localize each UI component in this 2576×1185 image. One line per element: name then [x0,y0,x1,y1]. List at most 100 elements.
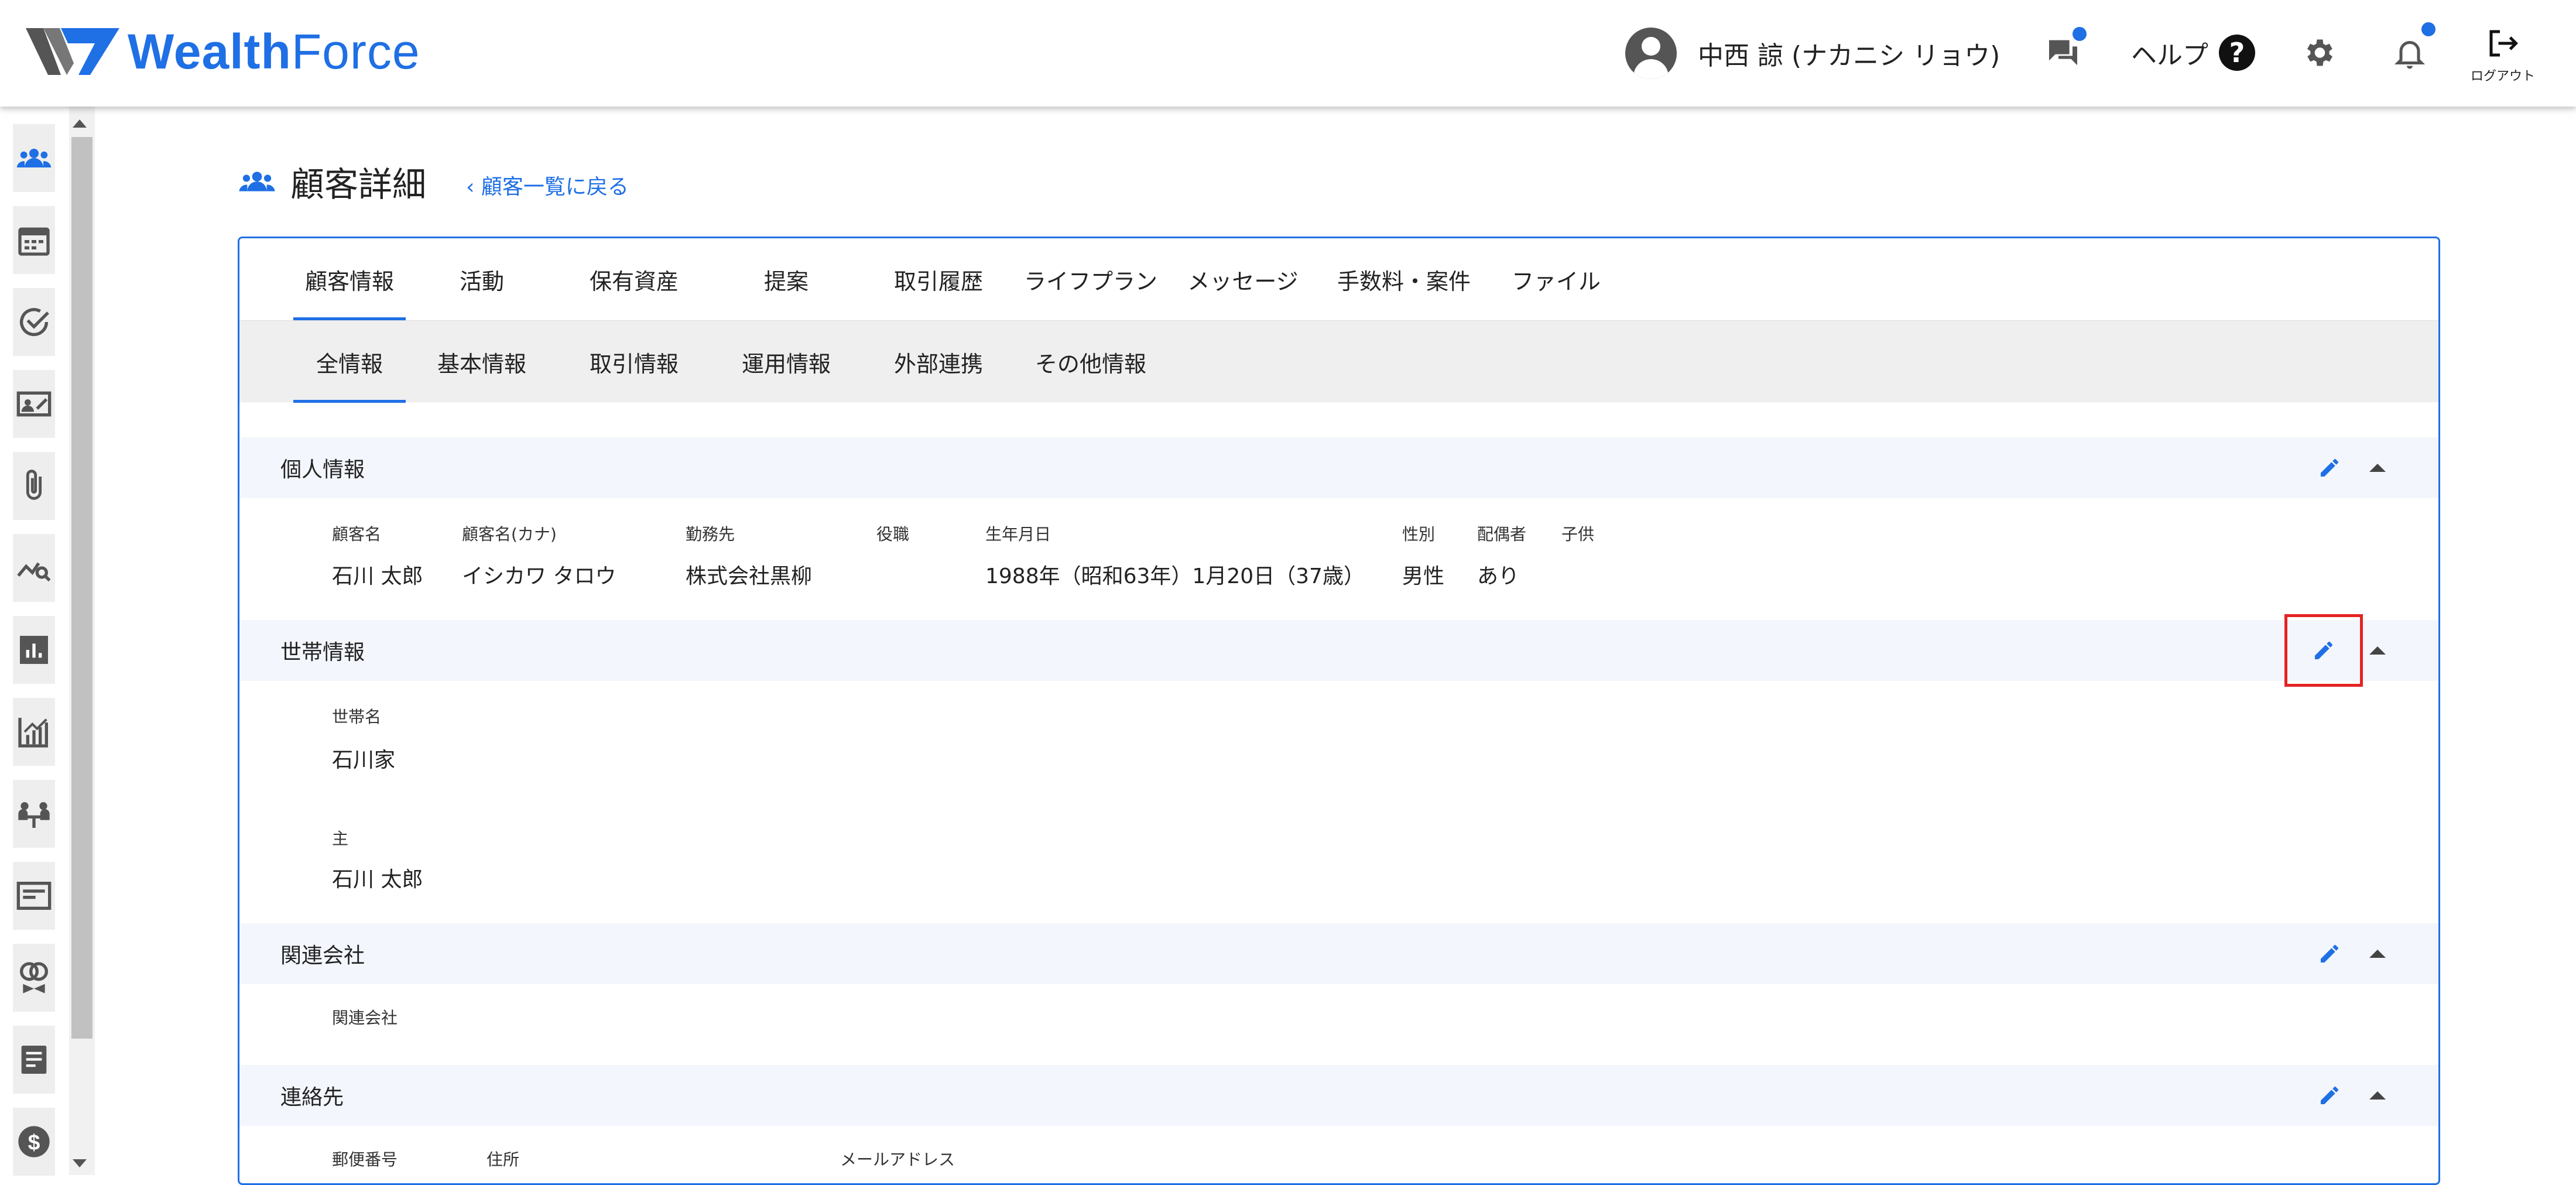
tab-holdings[interactable]: 保有資産 [558,238,710,320]
sidebar-item-growth[interactable] [13,698,55,766]
section-household-title: 世帯情報 [280,641,365,665]
label-children: 子供 [1561,525,1595,544]
scroll-up-arrow-icon[interactable] [73,119,87,128]
chevron-up-icon [2369,464,2386,472]
notifications-button[interactable] [2386,22,2435,76]
bell-icon [2394,41,2426,69]
sidebar-item-meetings[interactable] [13,780,55,848]
label-position: 役職 [876,525,910,544]
paperclip-icon [26,470,42,500]
help-icon: ? [2219,35,2255,71]
check-circle-icon [20,308,49,337]
sidebar-item-calendar[interactable] [13,206,55,274]
bar-chart-icon [20,636,48,664]
sidebar-item-reports[interactable] [13,616,55,684]
scroll-down-arrow-icon[interactable] [73,1159,87,1167]
sidebar-item-family[interactable] [13,944,55,1012]
gear-icon [2307,39,2332,66]
collapse-contact-button[interactable] [2360,1078,2395,1113]
label-customer-name: 顧客名 [332,525,382,544]
calendar-icon [18,227,50,256]
section-personal-title: 個人情報 [280,458,365,482]
sidebar-item-notes[interactable] [13,1026,55,1094]
chat-notification-dot [2073,27,2087,41]
section-related-header: 関連会社 [239,923,2438,984]
main-tabs: 顧客情報 活動 保有資産 提案 取引履歴 ライフプラン メッセージ 手数料・案件… [239,238,2438,320]
value-household-head: 石川 太郎 [332,868,423,892]
tab-customer-info[interactable]: 顧客情報 [293,238,406,320]
sidebar-item-contacts[interactable] [13,370,55,438]
label-address: 住所 [487,1150,520,1169]
tab-transactions[interactable]: 取引履歴 [862,238,1015,320]
user-name: 中西 諒 (ナカニシ リョウ) [1698,41,2000,71]
tab-fees-cases[interactable]: 手数料・案件 [1319,238,1489,320]
tab-proposals[interactable]: 提案 [710,238,862,320]
page-title-text: 顧客詳細 [290,165,427,204]
section-household-header: 世帯情報 [239,614,2438,687]
pencil-icon [2321,944,2338,963]
meeting-icon [18,802,50,828]
value-customer-name: 石川 太郎 [332,564,423,588]
tab-files[interactable]: ファイル [1489,238,1623,320]
svg-text:$: $ [28,1129,40,1154]
subtab-other[interactable]: その他情報 [1015,321,1167,403]
value-birthdate: 1988年（昭和63年）1月20日（37歳） [985,564,1365,588]
logout-icon [2489,30,2519,57]
document-icon [16,882,52,910]
pencil-icon [2315,641,2332,659]
subtab-basic[interactable]: 基本情報 [406,321,558,403]
sidebar-item-analysis[interactable] [13,534,55,602]
collapse-personal-button[interactable] [2360,450,2395,485]
edit-household-button[interactable] [2284,614,2363,687]
sidebar-item-fees[interactable]: $ [13,1108,55,1176]
chevron-up-icon [2369,646,2386,655]
page-title: 顧客詳細 [237,157,426,206]
contact-card-icon [16,391,52,417]
sidebar-scrollbar-thumb[interactable] [71,137,93,1039]
tab-activity[interactable]: 活動 [406,238,558,320]
edit-contact-button[interactable] [2312,1078,2347,1113]
help-button[interactable]: ヘルプ ? [2131,29,2255,76]
chevron-up-icon [2369,950,2386,958]
notification-dot [2421,22,2435,36]
label-spouse: 配偶者 [1477,525,1527,544]
user-avatar-icon [1625,28,1677,79]
sidebar-item-documents[interactable] [13,862,55,930]
sidebar-item-customers[interactable] [13,124,55,192]
customer-detail-card: 顧客情報 活動 保有資産 提案 取引履歴 ライフプラン メッセージ 手数料・案件… [238,237,2440,1185]
logo-text: WealthForce [128,23,420,79]
section-contact-title: 連絡先 [280,1085,344,1109]
label-employer: 勤務先 [686,525,735,544]
value-spouse: あり [1477,564,1520,588]
label-customer-kana: 顧客名(カナ) [462,525,557,544]
label-related-company: 関連会社 [332,1008,398,1028]
collapse-related-button[interactable] [2360,936,2395,971]
collapse-household-button[interactable] [2360,633,2395,668]
back-to-list-link[interactable]: ‹ 顧客一覧に戻る [466,170,629,200]
label-gender: 性別 [1402,525,1436,544]
wealthforce-logo[interactable]: WealthForce [26,22,420,81]
rings-icon [20,962,48,994]
subtab-all[interactable]: 全情報 [293,321,406,403]
sidebar-item-attachments[interactable] [13,452,55,520]
subtab-investment[interactable]: 運用情報 [710,321,862,403]
sidebar-item-tasks[interactable] [13,288,55,356]
tab-life-plan[interactable]: ライフプラン [1015,238,1167,320]
growth-chart-icon [18,718,48,748]
customers-icon [16,149,52,167]
pencil-icon [2321,458,2338,477]
sub-tabs: 全情報 基本情報 取引情報 運用情報 外部連携 その他情報 [239,320,2438,403]
logout-button[interactable]: ログアウト [2465,26,2541,84]
edit-related-button[interactable] [2312,936,2347,971]
dollar-icon: $ [18,1126,50,1157]
subtab-transaction[interactable]: 取引情報 [558,321,710,403]
pencil-icon [2321,1086,2338,1104]
user-menu[interactable]: 中西 諒 (ナカニシ リョウ) [1625,27,2000,80]
logout-label: ログアウト [2470,69,2535,84]
edit-personal-button[interactable] [2312,450,2347,485]
label-household-name: 世帯名 [332,707,382,727]
chat-button[interactable] [2040,27,2087,76]
subtab-external[interactable]: 外部連携 [862,321,1015,403]
settings-button[interactable] [2295,29,2342,76]
tab-messages[interactable]: メッセージ [1167,238,1319,320]
